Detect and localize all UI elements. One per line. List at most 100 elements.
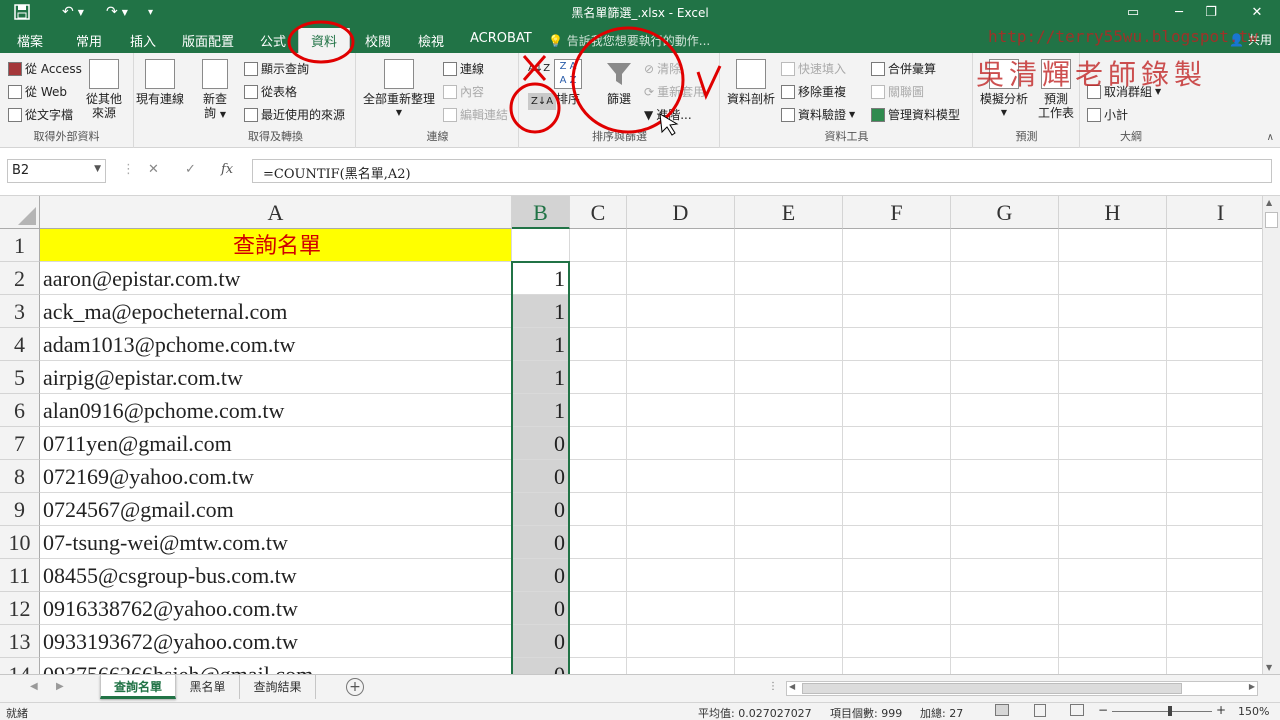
tab-home[interactable]: 常用: [76, 31, 102, 50]
empty-cell[interactable]: [735, 295, 843, 328]
sort-ascending-button[interactable]: A↓Z: [528, 63, 550, 74]
empty-cell[interactable]: [570, 460, 627, 493]
empty-cell[interactable]: [951, 229, 1059, 262]
empty-cell[interactable]: [627, 658, 735, 674]
cell-email[interactable]: 072169@yahoo.com.tw: [40, 460, 512, 493]
cell-count[interactable]: 1: [512, 262, 570, 295]
empty-cell[interactable]: [843, 394, 951, 427]
connections-button[interactable]: 連線: [443, 60, 484, 77]
row-header[interactable]: 12: [0, 592, 40, 625]
column-header-a[interactable]: A: [40, 196, 512, 229]
cell-count[interactable]: 0: [512, 658, 570, 674]
empty-cell[interactable]: [843, 328, 951, 361]
empty-cell[interactable]: [951, 592, 1059, 625]
tab-data[interactable]: 資料: [298, 28, 351, 53]
empty-cell[interactable]: [627, 493, 735, 526]
page-layout-view-icon[interactable]: [1034, 704, 1046, 717]
text-to-columns-button[interactable]: 資料剖析: [727, 59, 775, 106]
empty-cell[interactable]: [1059, 361, 1167, 394]
empty-cell[interactable]: [570, 394, 627, 427]
column-header-h[interactable]: H: [1059, 196, 1167, 229]
empty-cell[interactable]: [1059, 394, 1167, 427]
cell-email[interactable]: ack_ma@epocheternal.com: [40, 295, 512, 328]
empty-cell[interactable]: [627, 559, 735, 592]
empty-cell[interactable]: [951, 559, 1059, 592]
tab-review[interactable]: 校閱: [365, 31, 391, 50]
sort-descending-button[interactable]: Z↓A: [528, 93, 557, 110]
manage-data-model-button[interactable]: 管理資料模型: [871, 106, 960, 123]
empty-cell[interactable]: [735, 394, 843, 427]
empty-cell[interactable]: [735, 592, 843, 625]
formula-input[interactable]: =COUNTIF(黑名單,A2): [252, 159, 1272, 183]
cell-email[interactable]: adam1013@pchome.com.tw: [40, 328, 512, 361]
scroll-down-icon[interactable]: ▼: [1266, 663, 1272, 672]
empty-cell[interactable]: [951, 427, 1059, 460]
empty-cell[interactable]: [951, 658, 1059, 674]
empty-cell[interactable]: [843, 295, 951, 328]
cell-count[interactable]: 0: [512, 625, 570, 658]
from-access-button[interactable]: 從 Access: [8, 60, 82, 77]
name-box[interactable]: B2 ▼: [7, 159, 106, 183]
empty-cell[interactable]: [735, 229, 843, 262]
horizontal-scrollbar[interactable]: ◀ ▶: [786, 681, 1258, 696]
empty-cell[interactable]: [843, 526, 951, 559]
relationships-button[interactable]: 關聯圖: [871, 83, 924, 100]
row-header[interactable]: 13: [0, 625, 40, 658]
sort-button[interactable]: Z AA Z 排序: [554, 59, 582, 106]
vertical-scrollbar[interactable]: ▲ ▼: [1262, 196, 1280, 674]
advanced-filter-button[interactable]: ▼ 進階...: [644, 106, 692, 123]
row-header[interactable]: 4: [0, 328, 40, 361]
zoom-in-icon[interactable]: +: [1216, 703, 1226, 717]
cell-count[interactable]: [512, 229, 570, 262]
empty-cell[interactable]: [1059, 262, 1167, 295]
row-header[interactable]: 6: [0, 394, 40, 427]
clear-filter-button[interactable]: ⊘ 清除: [644, 60, 681, 77]
empty-cell[interactable]: [735, 262, 843, 295]
empty-cell[interactable]: [1059, 592, 1167, 625]
empty-cell[interactable]: [627, 229, 735, 262]
from-web-button[interactable]: 從 Web: [8, 83, 67, 100]
insert-function-icon[interactable]: fx: [221, 162, 233, 177]
empty-cell[interactable]: [1059, 229, 1167, 262]
row-header[interactable]: 9: [0, 493, 40, 526]
recent-sources-button[interactable]: 最近使用的來源: [244, 106, 345, 123]
tab-formulas[interactable]: 公式: [260, 31, 286, 50]
from-other-sources-button[interactable]: 從其他 來源: [86, 59, 122, 120]
empty-cell[interactable]: [1059, 526, 1167, 559]
cell-count[interactable]: 1: [512, 361, 570, 394]
cancel-icon[interactable]: ✕: [148, 162, 159, 177]
cell-email[interactable]: 0937566266hsieh@gmail.com: [40, 658, 512, 674]
scroll-right-icon[interactable]: ▶: [1249, 682, 1255, 691]
cell-email[interactable]: 08455@csgroup-bus.com.tw: [40, 559, 512, 592]
empty-cell[interactable]: [843, 361, 951, 394]
empty-cell[interactable]: [570, 559, 627, 592]
empty-cell[interactable]: [843, 658, 951, 674]
tell-me-box[interactable]: 💡 告訴我您想要執行的動作...: [548, 32, 710, 49]
filter-button[interactable]: 篩選: [604, 59, 634, 106]
empty-cell[interactable]: [1167, 328, 1262, 361]
row-header[interactable]: 10: [0, 526, 40, 559]
scroll-up-icon[interactable]: ▲: [1266, 198, 1272, 207]
empty-cell[interactable]: [627, 394, 735, 427]
ungroup-button[interactable]: 取消群組 ▼: [1087, 83, 1161, 100]
enter-icon[interactable]: ✓: [185, 162, 196, 177]
empty-cell[interactable]: [570, 658, 627, 674]
empty-cell[interactable]: [627, 361, 735, 394]
header-cell-query-list[interactable]: 查詢名單: [40, 229, 512, 262]
empty-cell[interactable]: [627, 295, 735, 328]
add-sheet-icon[interactable]: +: [346, 678, 364, 696]
empty-cell[interactable]: [570, 328, 627, 361]
data-validation-button[interactable]: 資料驗證 ▼: [781, 106, 855, 123]
empty-cell[interactable]: [1167, 394, 1262, 427]
cell-email[interactable]: 0916338762@yahoo.com.tw: [40, 592, 512, 625]
empty-cell[interactable]: [627, 460, 735, 493]
normal-view-icon[interactable]: [995, 704, 1009, 716]
cell-email[interactable]: 07-tsung-wei@mtw.com.tw: [40, 526, 512, 559]
empty-cell[interactable]: [570, 625, 627, 658]
cell-email[interactable]: 0711yen@gmail.com: [40, 427, 512, 460]
new-query-button[interactable]: 新查 詢 ▼: [202, 59, 228, 122]
row-header[interactable]: 5: [0, 361, 40, 394]
next-sheet-icon[interactable]: ▶: [56, 681, 64, 692]
empty-cell[interactable]: [1167, 427, 1262, 460]
empty-cell[interactable]: [1167, 460, 1262, 493]
